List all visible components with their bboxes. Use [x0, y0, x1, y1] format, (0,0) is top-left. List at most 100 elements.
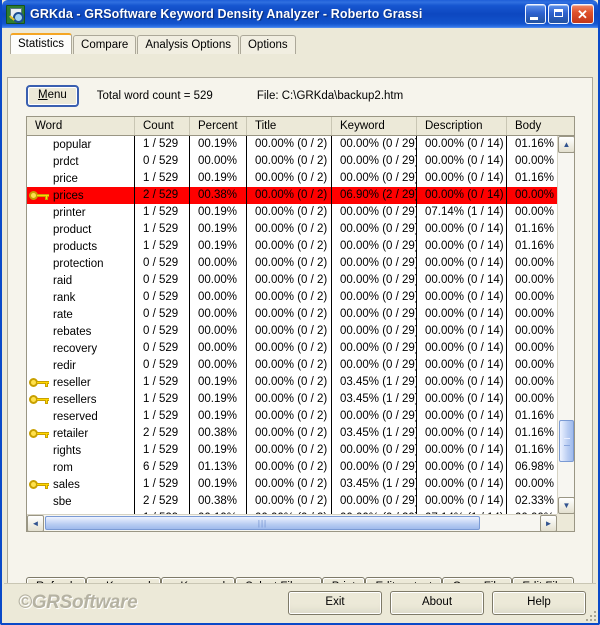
column-header-body[interactable]: Body [507, 117, 569, 135]
table-row[interactable]: sales 1 / 529 00.19% 00.00% (0 / 2) 03.45% (… [27, 476, 557, 493]
tab-statistics[interactable]: Statistics [10, 33, 73, 54]
cell-count: 0 / 529 [135, 340, 190, 357]
cell-description: 00.00% (0 / 14) [417, 340, 507, 357]
table-row[interactable]: rom 6 / 529 01.13% 00.00% (0 / 2) 00.00% (0 … [27, 459, 557, 476]
word-label: protection [53, 257, 104, 270]
table-row[interactable]: products 1 / 529 00.19% 00.00% (0 / 2) 00.00… [27, 238, 557, 255]
table-row[interactable]: resellers 1 / 529 00.19% 00.00% (0 / 2) 03.4… [27, 391, 557, 408]
table-body: popular 1 / 529 00.19% 00.00% (0 / 2) 00.00%… [27, 136, 557, 514]
table-row[interactable]: prdct 0 / 529 00.00% 00.00% (0 / 2) 00.00% (… [27, 153, 557, 170]
maximize-button[interactable] [548, 4, 569, 24]
cell-keyword: 00.00% (0 / 29) [332, 255, 417, 272]
vertical-scroll-thumb[interactable] [559, 420, 574, 462]
close-icon: ✕ [577, 6, 588, 22]
cell-body: 00.00% (0 / [515, 325, 557, 337]
table-row[interactable]: product 1 / 529 00.19% 00.00% (0 / 2) 00.00%… [27, 221, 557, 238]
scroll-right-icon[interactable]: ► [540, 515, 557, 531]
scroll-up-icon[interactable]: ▲ [558, 136, 574, 153]
word-label: resellers [53, 393, 97, 406]
client-area: Statistics Compare Analysis Options Opti… [2, 28, 598, 623]
cell-percent: 00.19% [190, 221, 247, 238]
word-label: popular [53, 138, 92, 151]
cell-description: 00.00% (0 / 14) [417, 255, 507, 272]
table-row[interactable]: rebates 0 / 529 00.00% 00.00% (0 / 2) 00.00%… [27, 323, 557, 340]
cell-word: rebates [27, 323, 135, 340]
cell-word: products [27, 238, 135, 255]
column-header-keyword[interactable]: Keyword [332, 117, 417, 135]
column-header-word[interactable]: Word [27, 117, 135, 135]
cell-percent: 00.19% [190, 476, 247, 493]
tab-compare[interactable]: Compare [73, 35, 137, 54]
cell-title: 00.00% (0 / 2) [247, 255, 332, 272]
cell-title: 00.00% (0 / 2) [247, 238, 332, 255]
horizontal-scroll-thumb[interactable]: ||| [45, 516, 480, 530]
table-row[interactable]: redir 0 / 529 00.00% 00.00% (0 / 2) 00.00% (… [27, 357, 557, 374]
cell-description: 00.00% (0 / 14) [417, 442, 507, 459]
tab-bar: Statistics Compare Analysis Options Opti… [7, 33, 593, 54]
resize-grip-icon[interactable] [584, 609, 596, 621]
cell-title: 00.00% (0 / 2) [247, 136, 332, 153]
cell-keyword: 00.00% (0 / 29) [332, 323, 417, 340]
table-row[interactable]: retailer 2 / 529 00.38% 00.00% (0 / 2) 03.45… [27, 425, 557, 442]
column-header-count[interactable]: Count [135, 117, 190, 135]
brand-label: ©GRSoftware [18, 591, 138, 613]
table-row[interactable]: sbe 2 / 529 00.38% 00.00% (0 / 2) 00.00% (0 … [27, 493, 557, 510]
cell-title: 00.00% (0 / 2) [247, 476, 332, 493]
cell-word: sales [27, 476, 135, 493]
cell-description: 00.00% (0 / 14) [417, 408, 507, 425]
table-row[interactable]: reserved 1 / 529 00.19% 00.00% (0 / 2) 00.00… [27, 408, 557, 425]
minimize-button[interactable] [525, 4, 546, 24]
tab-options[interactable]: Options [239, 35, 296, 54]
table-row[interactable]: printer 1 / 529 00.19% 00.00% (0 / 2) 00.00%… [27, 204, 557, 221]
cell-word: prices [27, 187, 135, 204]
word-label: printer [53, 206, 86, 219]
cell-count: 2 / 529 [135, 493, 190, 510]
cell-body: 01.16% (1 / [515, 427, 557, 439]
menu-button[interactable]: Menu [26, 85, 79, 107]
horizontal-scrollbar[interactable]: ◄ ||| ► [27, 514, 557, 531]
table-row[interactable]: rights 1 / 529 00.19% 00.00% (0 / 2) 00.00% … [27, 442, 557, 459]
about-button[interactable]: About [390, 590, 484, 615]
help-button[interactable]: Help [492, 590, 586, 615]
tab-analysis-options[interactable]: Analysis Options [137, 35, 239, 54]
cell-body: 01.16% (1 / [515, 410, 557, 422]
cell-title: 00.00% (0 / 2) [247, 340, 332, 357]
cell-description: 00.00% (0 / 14) [417, 374, 507, 391]
table-row[interactable]: reseller 1 / 529 00.19% 00.00% (0 / 2) 03.45… [27, 374, 557, 391]
column-header-description[interactable]: Description [417, 117, 507, 135]
cell-percent: 00.00% [190, 255, 247, 272]
table-row[interactable]: protection 0 / 529 00.00% 00.00% (0 / 2) 00.… [27, 255, 557, 272]
table-row[interactable]: popular 1 / 529 00.19% 00.00% (0 / 2) 00.00%… [27, 136, 557, 153]
cell-word: rate [27, 306, 135, 323]
cell-word: rank [27, 289, 135, 306]
cell-count: 6 / 529 [135, 459, 190, 476]
cell-description: 00.00% (0 / 14) [417, 306, 507, 323]
word-label: products [53, 240, 98, 253]
table-row[interactable]: rate 0 / 529 00.00% 00.00% (0 / 2) 00.00% (0… [27, 306, 557, 323]
cell-count: 1 / 529 [135, 170, 190, 187]
scroll-left-icon[interactable]: ◄ [27, 515, 44, 531]
footer-button-group: Exit About Help [288, 590, 586, 615]
column-header-percent[interactable]: Percent [190, 117, 247, 135]
cell-word: prdct [27, 153, 135, 170]
key-icon [29, 394, 51, 405]
table-row[interactable]: raid 0 / 529 00.00% 00.00% (0 / 2) 00.00% (0… [27, 272, 557, 289]
table-row[interactable]: rank 0 / 529 00.00% 00.00% (0 / 2) 00.00% (0… [27, 289, 557, 306]
cell-count: 1 / 529 [135, 408, 190, 425]
cell-keyword: 00.00% (0 / 29) [332, 408, 417, 425]
window-title: GRKda - GRSoftware Keyword Density Analy… [30, 7, 423, 21]
cell-keyword: 00.00% (0 / 29) [332, 493, 417, 510]
table-row[interactable]: price 1 / 529 00.19% 00.00% (0 / 2) 00.00% (… [27, 170, 557, 187]
cell-percent: 01.13% [190, 459, 247, 476]
cell-keyword: 00.00% (0 / 29) [332, 238, 417, 255]
vertical-scrollbar[interactable]: ▲ ▼ [557, 136, 574, 514]
scroll-down-icon[interactable]: ▼ [558, 497, 574, 514]
table-row[interactable]: prices 2 / 529 00.38% 00.00% (0 / 2) 06.90% … [27, 187, 557, 204]
close-button[interactable]: ✕ [571, 4, 594, 24]
column-header-title[interactable]: Title [247, 117, 332, 135]
cell-count: 0 / 529 [135, 306, 190, 323]
table-row[interactable]: recovery 0 / 529 00.00% 00.00% (0 / 2) 00.00… [27, 340, 557, 357]
cell-word: product [27, 221, 135, 238]
exit-button[interactable]: Exit [288, 590, 382, 615]
cell-keyword: 03.45% (1 / 29) [332, 374, 417, 391]
